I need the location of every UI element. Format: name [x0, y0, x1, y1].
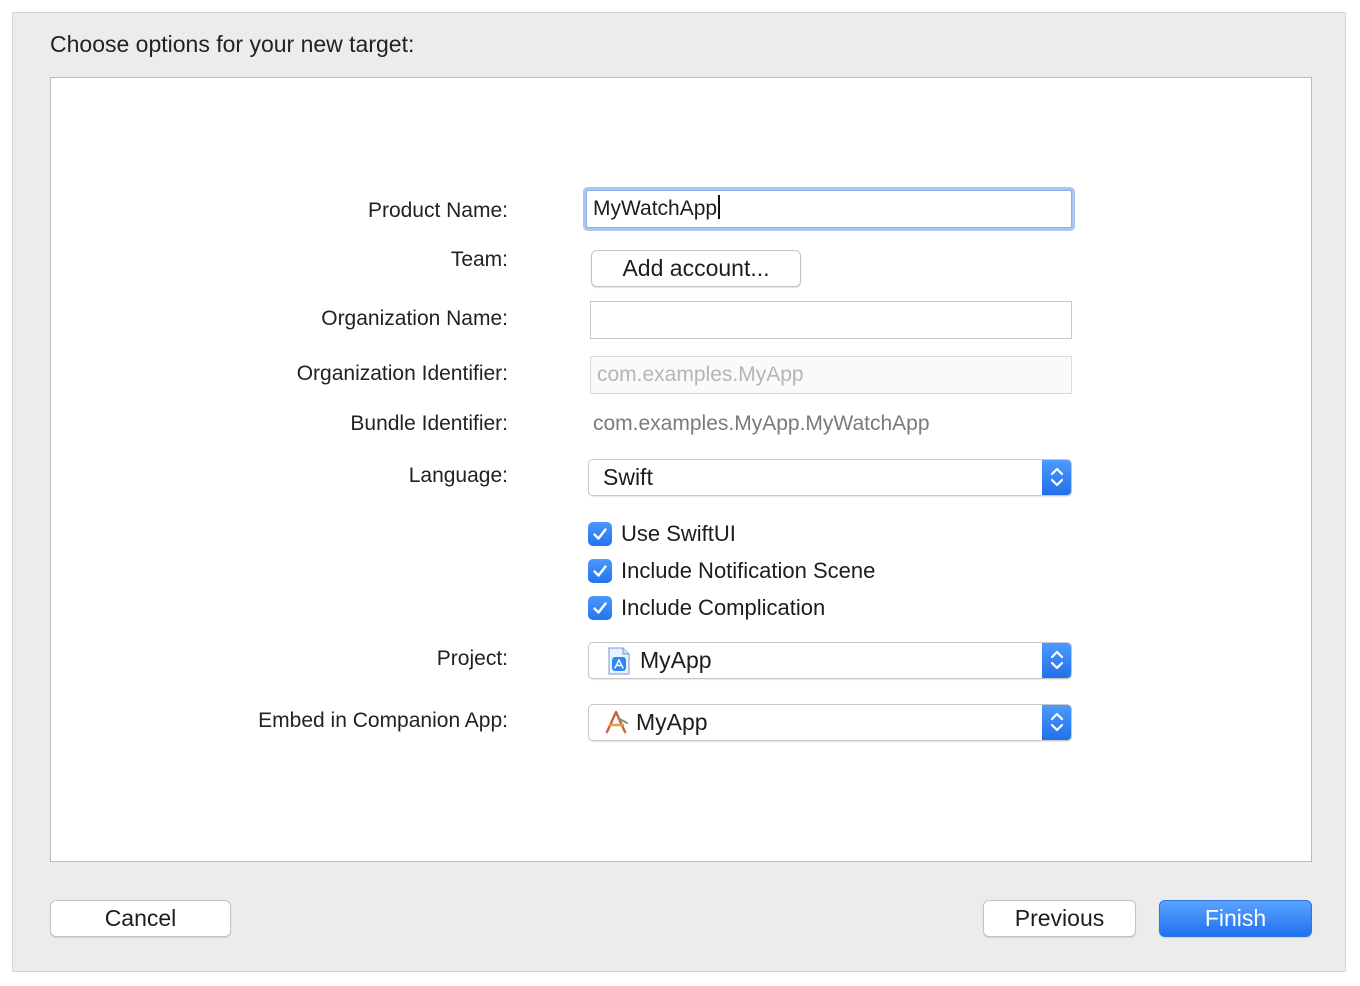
checkbox-checked-icon[interactable]: [588, 559, 612, 583]
organization-name-input[interactable]: [590, 301, 1072, 339]
add-account-button[interactable]: Add account...: [591, 250, 801, 287]
include-complication-checkbox-row[interactable]: Include Complication: [588, 595, 825, 621]
language-label: Language:: [408, 464, 508, 487]
bundle-identifier-value: com.examples.MyApp.MyWatchApp: [593, 412, 930, 435]
finish-button[interactable]: Finish: [1159, 900, 1312, 937]
options-panel: Product Name: MyWatchApp Team: Add accou…: [50, 77, 1312, 862]
cancel-button[interactable]: Cancel: [50, 900, 231, 937]
language-selected: Swift: [603, 464, 653, 490]
project-selected: MyApp: [640, 647, 712, 673]
include-notification-scene-checkbox-row[interactable]: Include Notification Scene: [588, 558, 875, 584]
sheet-title: Choose options for your new target:: [50, 31, 415, 57]
bundle-identifier-label: Bundle Identifier:: [350, 412, 508, 435]
popup-arrows-icon: [1042, 705, 1071, 740]
include-complication-label: Include Complication: [621, 595, 826, 620]
organization-name-label: Organization Name:: [321, 307, 508, 330]
app-target-icon: [604, 709, 630, 740]
team-label: Team:: [450, 248, 508, 271]
companion-app-popup[interactable]: MyApp: [588, 704, 1072, 741]
xcode-project-icon: [607, 647, 631, 678]
new-target-sheet: Choose options for your new target: Prod…: [12, 12, 1346, 972]
checkbox-checked-icon[interactable]: [588, 596, 612, 620]
companion-app-label: Embed in Companion App:: [258, 709, 508, 732]
companion-app-selected: MyApp: [636, 709, 708, 735]
organization-identifier-label: Organization Identifier:: [296, 362, 508, 385]
checkbox-checked-icon[interactable]: [588, 522, 612, 546]
organization-identifier-input[interactable]: com.examples.MyApp: [590, 356, 1072, 394]
popup-arrows-icon: [1042, 643, 1071, 678]
use-swiftui-checkbox-row[interactable]: Use SwiftUI: [588, 521, 736, 547]
product-name-input[interactable]: MyWatchApp: [586, 190, 1072, 228]
use-swiftui-label: Use SwiftUI: [621, 521, 736, 546]
product-name-label: Product Name:: [367, 199, 508, 222]
previous-button[interactable]: Previous: [983, 900, 1136, 937]
organization-identifier-placeholder: com.examples.MyApp: [597, 363, 804, 386]
include-notification-scene-label: Include Notification Scene: [621, 558, 876, 583]
project-popup[interactable]: MyApp: [588, 642, 1072, 679]
popup-arrows-icon: [1042, 460, 1071, 495]
language-popup[interactable]: Swift: [588, 459, 1072, 496]
text-caret: [718, 195, 721, 219]
product-name-value: MyWatchApp: [593, 197, 718, 220]
project-label: Project:: [436, 647, 508, 670]
